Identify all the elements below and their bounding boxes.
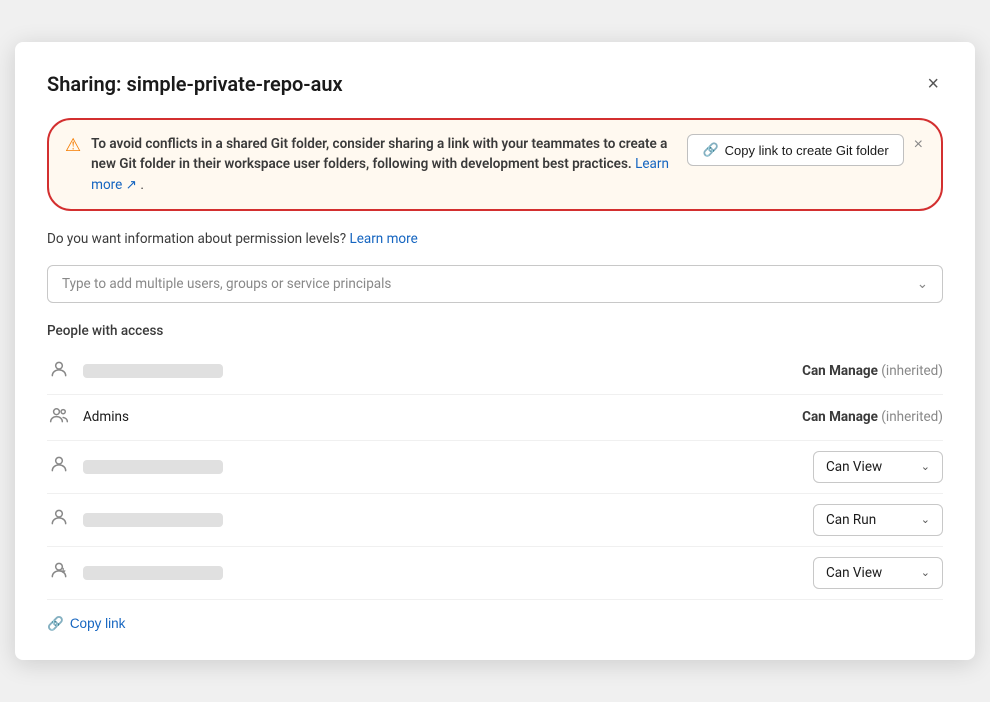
person-icon	[47, 507, 71, 532]
person-icon	[47, 454, 71, 479]
warning-inner: ⚠ To avoid conflicts in a shared Git fol…	[65, 134, 675, 195]
admins-name: Admins	[83, 409, 129, 425]
link-icon: 🔗	[702, 142, 718, 158]
copy-git-folder-button[interactable]: 🔗 Copy link to create Git folder	[687, 134, 903, 166]
warning-banner: ⚠ To avoid conflicts in a shared Git fol…	[47, 118, 943, 211]
chevron-down-icon: ⌄	[921, 513, 930, 526]
copy-link-button[interactable]: 🔗 Copy link	[47, 616, 125, 632]
people-section-label: People with access	[47, 323, 943, 339]
permission-dropdown[interactable]: Can View ⌄	[813, 557, 943, 589]
warning-text: To avoid conflicts in a shared Git folde…	[91, 134, 675, 195]
chevron-down-icon: ⌄	[921, 566, 930, 579]
search-placeholder: Type to add multiple users, groups or se…	[62, 276, 391, 292]
blurred-name	[83, 364, 223, 378]
table-row: Can View ⌄	[47, 547, 943, 600]
warning-text-bold: To avoid conflicts in a shared Git folde…	[91, 136, 667, 172]
modal-close-button[interactable]: ×	[923, 70, 943, 98]
dropdown-chevron-icon: ⌄	[917, 276, 928, 292]
blurred-name	[83, 513, 223, 527]
modal-header: Sharing: simple-private-repo-aux ×	[47, 70, 943, 98]
permission-learn-more-link[interactable]: Learn more	[349, 231, 417, 247]
warning-icon: ⚠	[65, 135, 81, 156]
blurred-name	[83, 460, 223, 474]
add-users-dropdown[interactable]: Type to add multiple users, groups or se…	[47, 265, 943, 303]
link-icon: 🔗	[47, 616, 64, 632]
table-row: Can Manage (inherited)	[47, 349, 943, 395]
external-link-icon: ↗	[126, 177, 137, 193]
modal-title: Sharing: simple-private-repo-aux	[47, 72, 343, 96]
person-icon	[47, 359, 71, 384]
people-list: Can Manage (inherited) Admins	[47, 349, 943, 600]
group-icon	[47, 405, 71, 430]
permission-dropdown[interactable]: Can View ⌄	[813, 451, 943, 483]
table-row: Can View ⌄	[47, 441, 943, 494]
table-row: Admins Can Manage (inherited)	[47, 395, 943, 441]
banner-close-button[interactable]: ×	[912, 134, 925, 156]
table-row: Can Run ⌄	[47, 494, 943, 547]
warning-actions: 🔗 Copy link to create Git folder ×	[687, 134, 925, 166]
footer: 🔗 Copy link	[47, 616, 943, 632]
permission-dropdown[interactable]: Can Run ⌄	[813, 504, 943, 536]
blurred-name	[83, 566, 223, 580]
permission-info: Do you want information about permission…	[47, 231, 943, 247]
permission-label: Can Manage (inherited)	[802, 363, 943, 379]
person-link-icon	[47, 560, 71, 585]
sharing-modal: Sharing: simple-private-repo-aux × ⚠ To …	[15, 42, 975, 660]
permission-label: Can Manage (inherited)	[802, 409, 943, 425]
chevron-down-icon: ⌄	[921, 460, 930, 473]
